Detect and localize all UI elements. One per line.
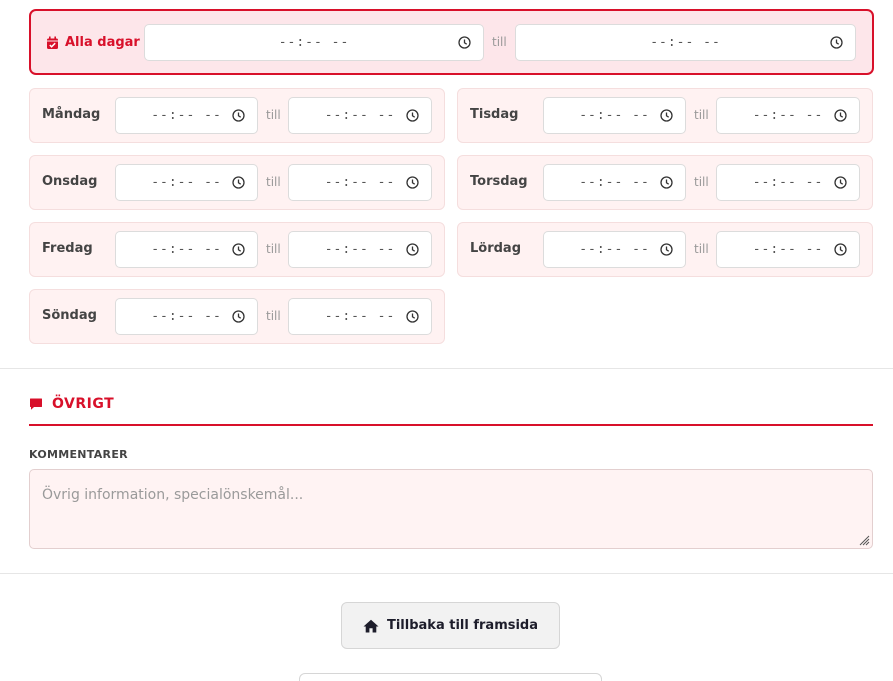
day-card-fredag: Fredag --:-- -- till --:-- --: [29, 222, 445, 277]
clock-icon[interactable]: [406, 109, 419, 122]
to-time-input[interactable]: --:-- --: [716, 97, 860, 134]
day-label: Söndag: [42, 308, 97, 323]
day-label: Onsdag: [42, 174, 98, 189]
clock-icon[interactable]: [834, 109, 847, 122]
comments-label: KOMMENTARER: [29, 448, 128, 461]
till-label: till: [266, 108, 281, 122]
clock-icon[interactable]: [406, 243, 419, 256]
time-value: --:-- --: [579, 242, 650, 257]
from-time-input[interactable]: --:-- --: [543, 164, 686, 201]
till-label: till: [266, 175, 281, 189]
time-value: --:-- --: [752, 108, 824, 123]
from-time-input[interactable]: --:-- --: [115, 164, 258, 201]
to-time-input[interactable]: --:-- --: [288, 231, 432, 268]
to-time-input[interactable]: --:-- --: [716, 231, 860, 268]
clock-icon[interactable]: [834, 243, 847, 256]
clock-icon[interactable]: [834, 176, 847, 189]
section-heading-text: ÖVRIGT: [52, 396, 115, 412]
time-value: --:-- --: [579, 108, 650, 123]
next-button-partial[interactable]: [299, 673, 602, 681]
clock-icon[interactable]: [660, 109, 673, 122]
clock-icon[interactable]: [232, 243, 245, 256]
day-card-torsdag: Torsdag --:-- -- till --:-- --: [457, 155, 873, 210]
comments-placeholder: Övrig information, specialönskemål...: [42, 487, 304, 503]
time-value: --:-- --: [752, 175, 824, 190]
time-value: --:-- --: [579, 175, 650, 190]
clock-icon[interactable]: [660, 176, 673, 189]
time-value: --:-- --: [752, 242, 824, 257]
all-days-row: Alla dagar --:-- -- till --:-- --: [29, 9, 874, 75]
back-to-home-button[interactable]: Tillbaka till framsida: [341, 602, 560, 649]
time-value: --:-- --: [278, 35, 350, 50]
from-time-input[interactable]: --:-- --: [115, 231, 258, 268]
clock-icon[interactable]: [406, 176, 419, 189]
section-heading-ovrigt: ÖVRIGT: [29, 396, 114, 412]
comments-textarea[interactable]: Övrig information, specialönskemål...: [29, 469, 873, 549]
to-time-input[interactable]: --:-- --: [288, 97, 432, 134]
to-time-input[interactable]: --:-- --: [288, 164, 432, 201]
time-value: --:-- --: [151, 108, 222, 123]
till-label: till: [694, 175, 709, 189]
day-label: Fredag: [42, 241, 93, 256]
section-divider: [0, 573, 893, 574]
day-label: Lördag: [470, 241, 522, 256]
day-card-onsdag: Onsdag --:-- -- till --:-- --: [29, 155, 445, 210]
till-label: till: [694, 108, 709, 122]
calendar-check-icon: [47, 36, 58, 49]
clock-icon[interactable]: [232, 310, 245, 323]
home-icon: [363, 619, 379, 632]
day-card-lordag: Lördag --:-- -- till --:-- --: [457, 222, 873, 277]
time-value: --:-- --: [151, 242, 222, 257]
to-time-input[interactable]: --:-- --: [716, 164, 860, 201]
section-divider: [0, 368, 893, 369]
till-label: till: [492, 35, 507, 49]
clock-icon[interactable]: [458, 36, 471, 49]
time-value: --:-- --: [324, 108, 396, 123]
clock-icon[interactable]: [830, 36, 843, 49]
from-time-input[interactable]: --:-- --: [543, 97, 686, 134]
all-days-text: Alla dagar: [65, 35, 140, 50]
from-time-input[interactable]: --:-- --: [543, 231, 686, 268]
day-label: Måndag: [42, 107, 101, 122]
section-rule: [29, 424, 873, 426]
time-value: --:-- --: [324, 175, 396, 190]
till-label: till: [266, 309, 281, 323]
from-time-input[interactable]: --:-- --: [115, 97, 258, 134]
till-label: till: [694, 242, 709, 256]
till-label: till: [266, 242, 281, 256]
resize-grip-icon[interactable]: [858, 534, 870, 546]
day-card-sondag: Söndag --:-- -- till --:-- --: [29, 289, 445, 344]
time-value: --:-- --: [324, 242, 396, 257]
day-card-tisdag: Tisdag --:-- -- till --:-- --: [457, 88, 873, 143]
clock-icon[interactable]: [232, 176, 245, 189]
comment-icon: [30, 398, 42, 410]
all-days-label: Alla dagar: [46, 35, 140, 50]
time-value: --:-- --: [151, 175, 222, 190]
clock-icon[interactable]: [406, 310, 419, 323]
time-value: --:-- --: [650, 35, 721, 50]
time-value: --:-- --: [324, 309, 396, 324]
to-time-input[interactable]: --:-- --: [288, 298, 432, 335]
clock-icon[interactable]: [660, 243, 673, 256]
day-label: Torsdag: [470, 174, 528, 189]
from-time-input[interactable]: --:-- --: [115, 298, 258, 335]
all-days-from-time[interactable]: --:-- --: [144, 24, 484, 61]
time-value: --:-- --: [151, 309, 222, 324]
back-to-home-label: Tillbaka till framsida: [386, 618, 539, 633]
all-days-to-time[interactable]: --:-- --: [515, 24, 856, 61]
day-card-mandag: Måndag --:-- -- till --:-- --: [29, 88, 445, 143]
clock-icon[interactable]: [232, 109, 245, 122]
day-label: Tisdag: [470, 107, 519, 122]
